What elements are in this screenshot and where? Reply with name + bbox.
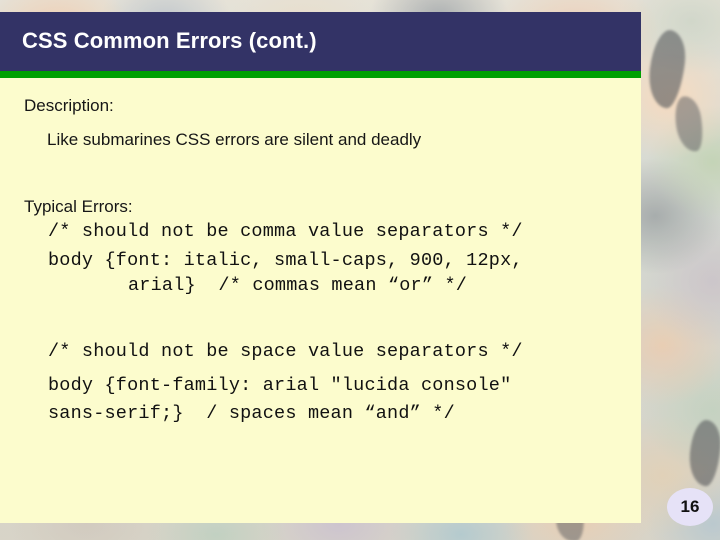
code-line: /* should not be comma value separators … xyxy=(48,221,523,242)
code-line: body {font-family: arial "lucida console… xyxy=(48,375,512,396)
code-line: /* should not be space value separators … xyxy=(48,341,523,362)
slide: CSS Common Errors (cont.) Description: L… xyxy=(0,0,720,540)
typical-errors-label: Typical Errors: xyxy=(24,197,133,216)
description-label: Description: xyxy=(24,96,114,115)
code-line: body {font: italic, small-caps, 900, 12p… xyxy=(48,250,523,271)
description-text: Like submarines CSS errors are silent an… xyxy=(47,130,422,149)
slide-title: CSS Common Errors (cont.) xyxy=(22,28,317,53)
title-underline-rule xyxy=(0,71,641,78)
page-number-badge: 16 xyxy=(667,488,713,526)
code-line: sans-serif;} / spaces mean “and” */ xyxy=(48,403,455,424)
code-line: arial} /* commas mean “or” */ xyxy=(128,275,468,296)
